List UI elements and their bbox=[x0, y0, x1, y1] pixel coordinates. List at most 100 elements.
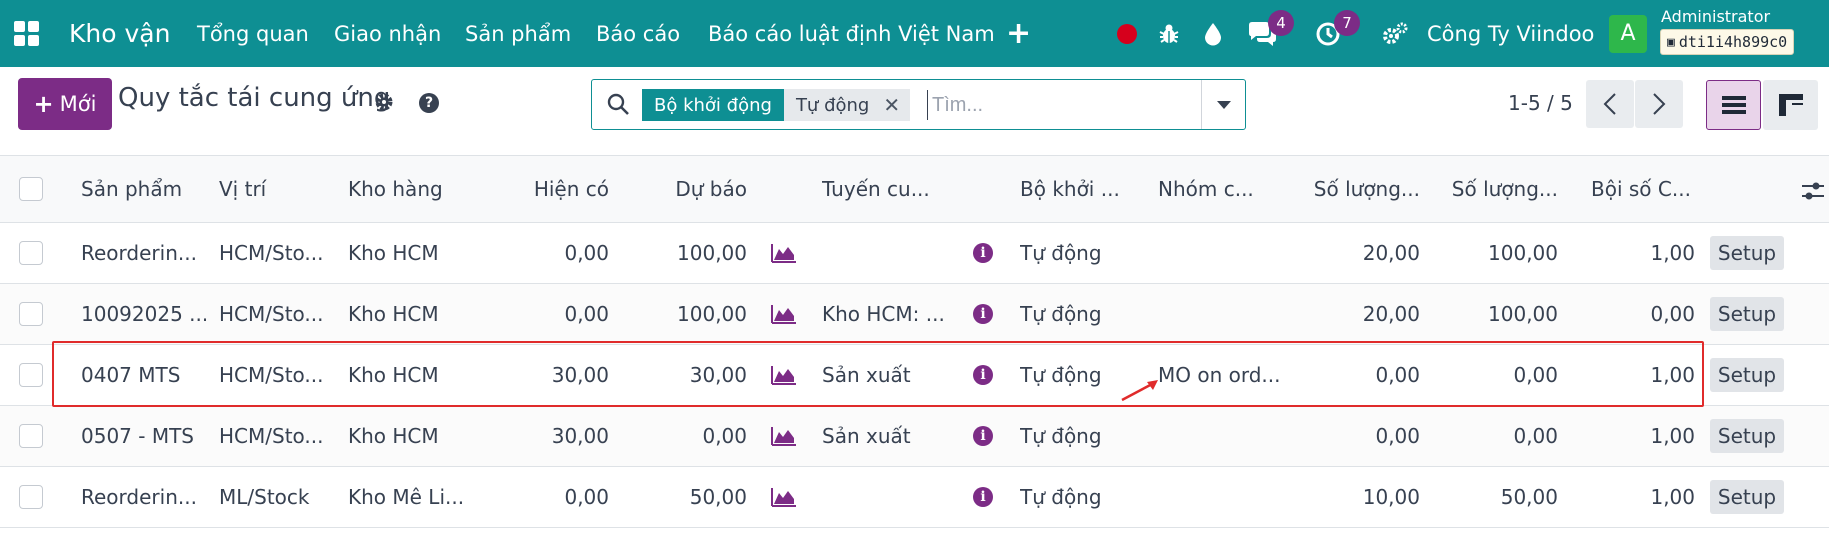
cell-product[interactable]: 0407 MTS bbox=[81, 345, 206, 405]
forecast-chart-icon[interactable] bbox=[771, 487, 797, 511]
cell-max-qty[interactable]: 0,00 bbox=[1428, 345, 1558, 405]
facet-remove-icon[interactable]: ✕ bbox=[883, 93, 900, 117]
setup-button[interactable]: Setup bbox=[1710, 236, 1784, 270]
route-info-icon[interactable]: i bbox=[973, 304, 993, 324]
cell-product[interactable]: 10092025 ... bbox=[81, 284, 206, 344]
cell-min-qty[interactable]: 20,00 bbox=[1290, 284, 1420, 344]
help-icon[interactable]: ? bbox=[419, 93, 439, 113]
cell-route[interactable] bbox=[822, 467, 952, 527]
cell-location[interactable]: HCM/Sto... bbox=[219, 406, 334, 466]
cell-location[interactable]: HCM/Sto... bbox=[219, 345, 334, 405]
cell-forecast[interactable]: 0,00 bbox=[630, 406, 747, 466]
cell-min-qty[interactable]: 0,00 bbox=[1290, 345, 1420, 405]
cell-group[interactable] bbox=[1158, 223, 1293, 283]
company-switcher[interactable]: Công Ty Viindoo bbox=[1427, 0, 1594, 67]
cell-min-qty[interactable]: 0,00 bbox=[1290, 406, 1420, 466]
cell-warehouse[interactable]: Kho HCM bbox=[348, 223, 473, 283]
cell-group[interactable] bbox=[1158, 284, 1293, 344]
search-input[interactable] bbox=[927, 90, 1187, 120]
plus-icon[interactable]: + bbox=[1006, 0, 1031, 67]
route-info-icon[interactable]: i bbox=[973, 426, 993, 446]
row-checkbox[interactable] bbox=[19, 424, 43, 448]
forecast-chart-icon[interactable] bbox=[771, 365, 797, 389]
company-settings-icon[interactable] bbox=[1382, 0, 1408, 67]
cell-group[interactable]: MO on ord... bbox=[1158, 345, 1293, 405]
cell-max-qty[interactable]: 100,00 bbox=[1428, 223, 1558, 283]
cell-on-hand[interactable]: 30,00 bbox=[490, 345, 609, 405]
cell-min-qty[interactable]: 10,00 bbox=[1290, 467, 1420, 527]
droplet-icon[interactable] bbox=[1203, 0, 1223, 67]
menu-item-reporting[interactable]: Báo cáo bbox=[596, 0, 680, 67]
cell-max-qty[interactable]: 100,00 bbox=[1428, 284, 1558, 344]
col-header-multiple[interactable]: Bội số C... bbox=[1591, 156, 1711, 222]
row-checkbox[interactable] bbox=[19, 302, 43, 326]
cell-multiple[interactable]: 1,00 bbox=[1570, 406, 1695, 466]
cell-route[interactable]: Sản xuất bbox=[822, 345, 952, 405]
cell-forecast[interactable]: 30,00 bbox=[630, 345, 747, 405]
setup-button[interactable]: Setup bbox=[1710, 419, 1784, 453]
route-info-icon[interactable]: i bbox=[973, 243, 993, 263]
cell-max-qty[interactable]: 0,00 bbox=[1428, 406, 1558, 466]
pager-next-button[interactable] bbox=[1635, 80, 1683, 128]
menu-item-vn-reports[interactable]: Báo cáo luật định Việt Nam bbox=[708, 0, 995, 67]
cell-on-hand[interactable]: 0,00 bbox=[490, 467, 609, 527]
apps-menu-icon[interactable] bbox=[14, 0, 44, 67]
menu-item-overview[interactable]: Tổng quan bbox=[197, 0, 309, 67]
cell-group[interactable] bbox=[1158, 467, 1293, 527]
search-options-toggle[interactable] bbox=[1201, 80, 1245, 129]
cell-max-qty[interactable]: 50,00 bbox=[1428, 467, 1558, 527]
route-info-icon[interactable]: i bbox=[973, 365, 993, 385]
cell-product[interactable]: Reorderin... bbox=[81, 223, 206, 283]
cell-route[interactable] bbox=[822, 223, 952, 283]
pivot-view-button[interactable] bbox=[1763, 80, 1818, 130]
cell-on-hand[interactable]: 0,00 bbox=[490, 284, 609, 344]
cell-multiple[interactable]: 0,00 bbox=[1570, 284, 1695, 344]
table-row[interactable]: Reorderin... ML/Stock Kho Mê Li... 0,00 50,0… bbox=[0, 467, 1829, 528]
cell-group[interactable] bbox=[1158, 406, 1293, 466]
list-view-button[interactable] bbox=[1706, 80, 1761, 130]
cell-product[interactable]: 0507 - MTS bbox=[81, 406, 206, 466]
col-header-group[interactable]: Nhóm c... bbox=[1158, 156, 1273, 222]
app-brand[interactable]: Kho vận bbox=[69, 0, 170, 67]
cell-trigger[interactable]: Tự động bbox=[1020, 284, 1140, 344]
pager-previous-button[interactable] bbox=[1586, 80, 1634, 128]
cell-location[interactable]: ML/Stock bbox=[219, 467, 334, 527]
cell-warehouse[interactable]: Kho HCM bbox=[348, 284, 473, 344]
cell-min-qty[interactable]: 20,00 bbox=[1290, 223, 1420, 283]
bug-icon[interactable] bbox=[1157, 0, 1181, 67]
record-icon[interactable] bbox=[1117, 0, 1137, 67]
setup-button[interactable]: Setup bbox=[1710, 480, 1784, 514]
cell-warehouse[interactable]: Kho HCM bbox=[348, 406, 473, 466]
row-checkbox[interactable] bbox=[19, 363, 43, 387]
pager-value[interactable]: 1-5 / 5 bbox=[1508, 91, 1573, 115]
cell-warehouse[interactable]: Kho Mê Li... bbox=[348, 467, 473, 527]
cell-warehouse[interactable]: Kho HCM bbox=[348, 345, 473, 405]
cell-location[interactable]: HCM/Sto... bbox=[219, 284, 334, 344]
col-header-product[interactable]: Sản phẩm bbox=[81, 156, 201, 222]
table-row[interactable]: 10092025 ... HCM/Sto... Kho HCM 0,00 100,00 K… bbox=[0, 284, 1829, 345]
cell-forecast[interactable]: 100,00 bbox=[630, 223, 747, 283]
setup-button[interactable]: Setup bbox=[1710, 297, 1784, 331]
forecast-chart-icon[interactable] bbox=[771, 426, 797, 450]
col-header-warehouse[interactable]: Kho hàng bbox=[348, 156, 468, 222]
cell-product[interactable]: Reorderin... bbox=[81, 467, 206, 527]
cell-route[interactable]: Sản xuất bbox=[822, 406, 952, 466]
forecast-chart-icon[interactable] bbox=[771, 243, 797, 267]
forecast-chart-icon[interactable] bbox=[771, 304, 797, 328]
cell-forecast[interactable]: 100,00 bbox=[630, 284, 747, 344]
col-header-on-hand[interactable]: Hiện có bbox=[490, 156, 609, 222]
cell-route[interactable]: Kho HCM: ... bbox=[822, 284, 952, 344]
cell-location[interactable]: HCM/Sto... bbox=[219, 223, 334, 283]
route-info-icon[interactable]: i bbox=[973, 487, 993, 507]
activity-clock-icon[interactable] bbox=[1315, 0, 1341, 67]
menu-item-products[interactable]: Sản phẩm bbox=[465, 0, 571, 67]
table-row[interactable]: 0507 - MTS HCM/Sto... Kho HCM 30,00 0,00 Sản … bbox=[0, 406, 1829, 467]
col-header-route[interactable]: Tuyến cu... bbox=[822, 156, 942, 222]
select-all-checkbox[interactable] bbox=[19, 177, 43, 201]
user-name[interactable]: Administrator bbox=[1661, 7, 1770, 26]
cell-on-hand[interactable]: 0,00 bbox=[490, 223, 609, 283]
col-header-location[interactable]: Vị trí bbox=[219, 156, 319, 222]
cell-multiple[interactable]: 1,00 bbox=[1570, 345, 1695, 405]
row-checkbox[interactable] bbox=[19, 485, 43, 509]
cell-trigger[interactable]: Tự động bbox=[1020, 467, 1140, 527]
